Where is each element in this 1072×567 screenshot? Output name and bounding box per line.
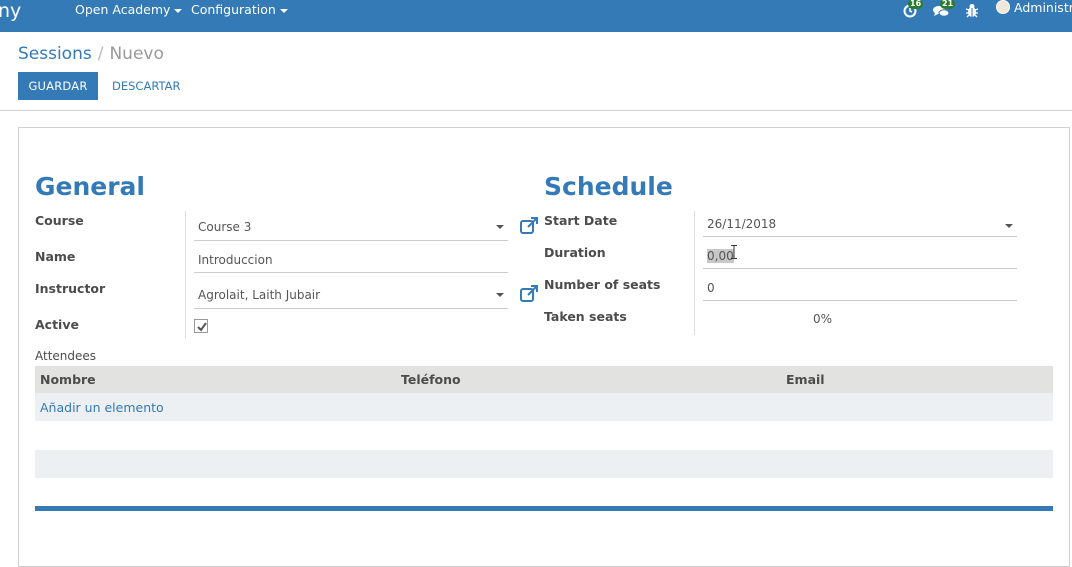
taken-seats-label: Taken seats [544, 309, 627, 324]
course-underline [194, 240, 508, 241]
start-date-label: Start Date [544, 213, 618, 228]
menu-configuration[interactable]: Configuration [191, 2, 288, 17]
column-header-telefono[interactable]: Teléfono [401, 372, 461, 387]
external-link-icon[interactable] [519, 216, 539, 236]
column-header-nombre[interactable]: Nombre [40, 372, 96, 387]
instructor-select[interactable]: Agrolait, Laith Jubair [198, 288, 320, 303]
breadcrumb-separator: / [97, 44, 104, 64]
breadcrumb: Sessions / Nuevo [18, 44, 164, 64]
table-row [35, 478, 1053, 506]
duration-label: Duration [544, 245, 606, 260]
name-input[interactable]: Introduccion [198, 253, 273, 268]
chevron-down-icon[interactable] [1005, 224, 1013, 228]
app-brand[interactable]: ny [0, 0, 21, 22]
schedule-separator [694, 211, 695, 335]
save-button[interactable]: GUARDAR [18, 72, 98, 100]
course-label: Course [35, 213, 84, 228]
add-line-link[interactable]: Añadir un elemento [40, 400, 164, 415]
start-date-input[interactable]: 26/11/2018 [707, 217, 776, 232]
general-title: General [35, 172, 145, 201]
user-name: Administra [1014, 0, 1072, 15]
user-menu[interactable]: Administra [996, 0, 1072, 15]
column-header-email[interactable]: Email [786, 372, 825, 387]
start-date-underline [703, 236, 1017, 237]
messages-badge: 21 [940, 0, 956, 9]
table-footer-bar [35, 506, 1053, 511]
duration-underline [703, 268, 1017, 269]
general-separator [185, 211, 186, 339]
menu-open-academy-label: Open Academy [75, 2, 171, 17]
table-row [35, 450, 1053, 478]
name-label: Name [35, 249, 76, 264]
bug-icon[interactable] [964, 2, 980, 18]
seats-input[interactable]: 0 [707, 281, 715, 296]
menu-open-academy[interactable]: Open Academy [75, 2, 183, 17]
instructor-label: Instructor [35, 281, 106, 296]
schedule-title: Schedule [544, 172, 673, 201]
seats-underline [703, 300, 1017, 301]
course-select[interactable]: Course 3 [198, 220, 251, 235]
activities-icon[interactable]: 16 [902, 0, 924, 18]
table-row: Añadir un elemento [35, 393, 1053, 421]
table-row [35, 421, 1053, 449]
chevron-down-icon[interactable] [496, 293, 504, 297]
taken-seats-progress: 0% [813, 312, 833, 326]
breadcrumb-sessions[interactable]: Sessions [18, 44, 92, 64]
text-cursor-icon [731, 245, 737, 259]
duration-input[interactable]: 0,00 [707, 249, 734, 264]
external-link-icon[interactable] [519, 284, 539, 304]
chevron-down-icon [174, 8, 183, 13]
checkmark-icon [197, 322, 207, 332]
instructor-underline [194, 308, 508, 309]
active-label: Active [35, 317, 79, 332]
messages-icon[interactable]: 21 [932, 0, 956, 18]
control-panel-divider [0, 110, 1072, 111]
breadcrumb-current: Nuevo [109, 44, 164, 64]
attendees-label: Attendees [35, 349, 97, 363]
duration-value: 0,00 [707, 249, 734, 263]
top-navbar: ny Open Academy Configuration 16 21 Admi… [0, 0, 1072, 32]
seats-label: Number of seats [544, 277, 661, 292]
attendees-table-header: Nombre Teléfono Email [35, 366, 1053, 393]
avatar [996, 0, 1010, 14]
menu-configuration-label: Configuration [191, 2, 276, 17]
discard-button[interactable]: DESCARTAR [104, 72, 188, 100]
chevron-down-icon [279, 8, 288, 13]
chevron-down-icon[interactable] [496, 225, 504, 229]
active-checkbox[interactable] [194, 319, 208, 333]
activities-badge: 16 [908, 0, 924, 9]
name-underline [194, 272, 508, 273]
